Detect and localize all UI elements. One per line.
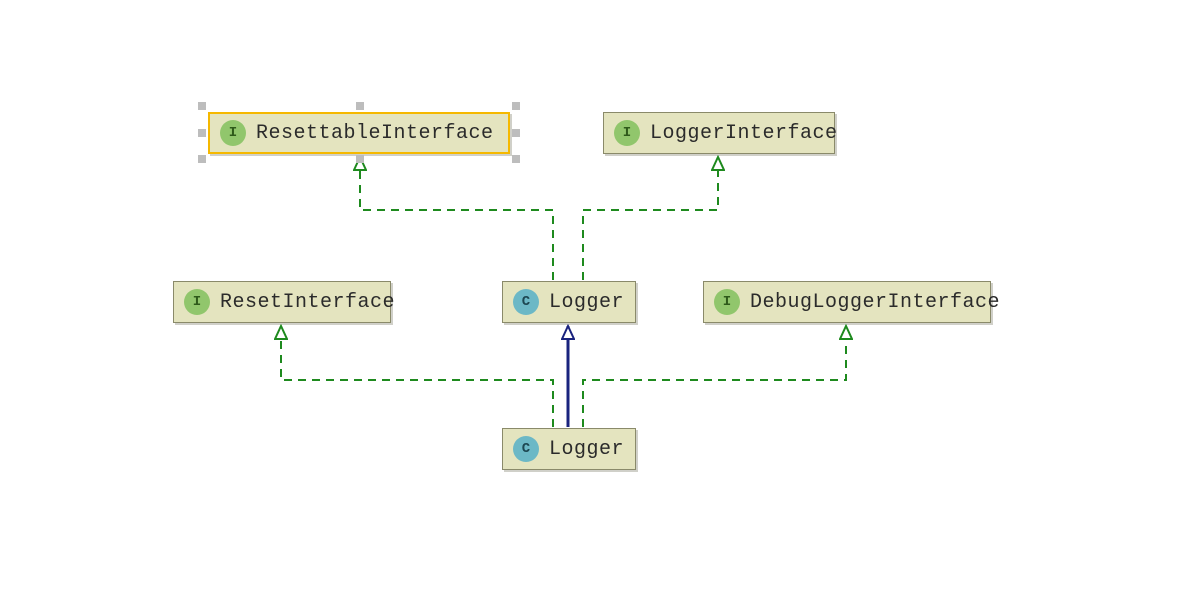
node-label: Logger [549, 438, 624, 461]
node-label: LoggerInterface [650, 122, 838, 145]
node-logger-subclass[interactable]: C Logger [502, 428, 636, 470]
interface-icon: I [184, 289, 210, 315]
node-label: ResetInterface [220, 291, 395, 314]
class-icon: C [513, 436, 539, 462]
selection-handle[interactable] [512, 102, 520, 110]
node-reset-interface[interactable]: I ResetInterface [173, 281, 391, 323]
selection-handle[interactable] [512, 155, 520, 163]
selection-handle[interactable] [198, 155, 206, 163]
selection-handle[interactable] [198, 102, 206, 110]
node-label: ResettableInterface [256, 122, 494, 145]
class-icon: C [513, 289, 539, 315]
selection-handle[interactable] [198, 129, 206, 137]
node-debug-logger-interface[interactable]: I DebugLoggerInterface [703, 281, 991, 323]
node-label: DebugLoggerInterface [750, 291, 1000, 314]
node-label: Logger [549, 291, 624, 314]
selection-handle[interactable] [512, 129, 520, 137]
node-logger[interactable]: C Logger [502, 281, 636, 323]
selection-handle[interactable] [356, 102, 364, 110]
interface-icon: I [220, 120, 246, 146]
interface-icon: I [614, 120, 640, 146]
node-logger-interface[interactable]: I LoggerInterface [603, 112, 835, 154]
interface-icon: I [714, 289, 740, 315]
selection-handle[interactable] [356, 155, 364, 163]
uml-diagram-canvas[interactable]: I ResettableInterface I LoggerInterface … [0, 0, 1200, 600]
node-resettable-interface[interactable]: I ResettableInterface [208, 112, 510, 154]
